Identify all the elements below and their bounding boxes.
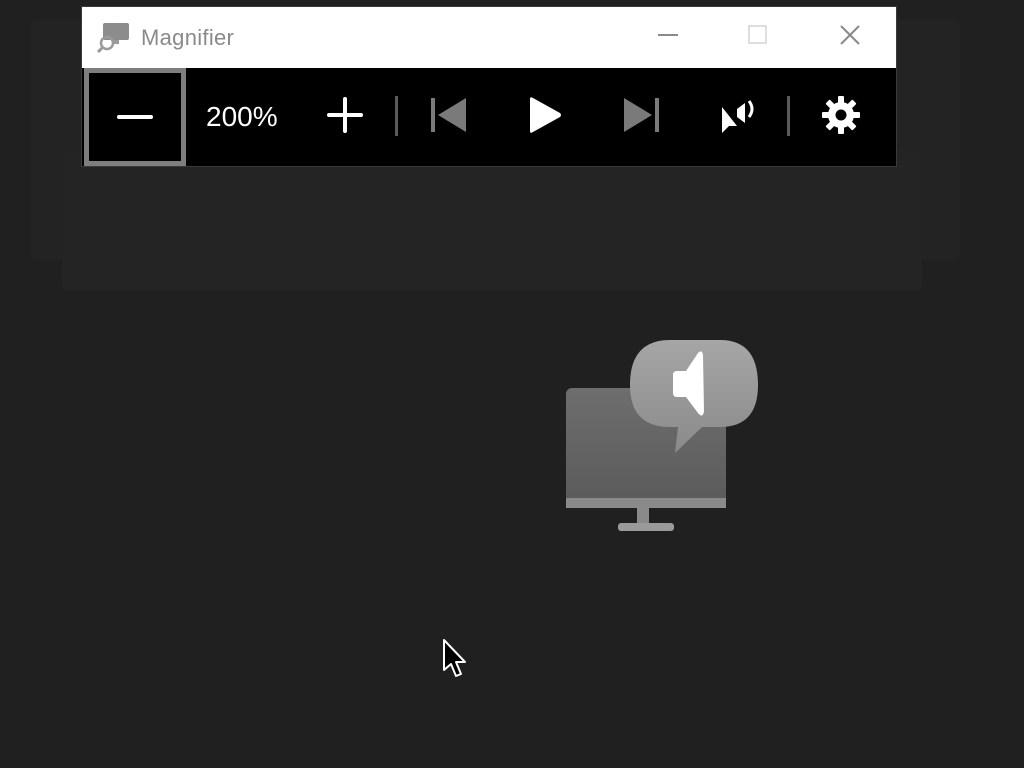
next-button[interactable] (608, 68, 674, 166)
settings-button[interactable] (808, 68, 874, 166)
magnifier-toolbar: 200% (82, 68, 896, 166)
read-from-pointer-icon (719, 95, 759, 140)
magnifier-window: Magnifier 200% (81, 6, 897, 167)
skip-previous-icon (430, 96, 468, 139)
magnifier-app-icon (96, 21, 131, 54)
close-button[interactable] (820, 7, 880, 68)
gear-icon (821, 95, 861, 140)
close-icon (838, 23, 862, 52)
minimize-icon (657, 24, 679, 51)
mouse-pointer-icon (441, 638, 469, 680)
minus-icon (117, 108, 153, 126)
maximize-icon (747, 24, 769, 51)
zoom-level-display: 200% (206, 101, 278, 132)
play-icon (527, 96, 563, 139)
read-from-pointer-button[interactable] (706, 68, 772, 166)
toolbar-separator-2 (787, 96, 790, 136)
previous-button[interactable] (416, 68, 482, 166)
zoom-in-button[interactable] (312, 68, 378, 166)
desktop: Magnifier 200% (0, 0, 1024, 768)
plus-icon (327, 96, 363, 138)
zoom-out-button[interactable] (84, 68, 186, 166)
minimize-button[interactable] (638, 7, 698, 68)
title-bar[interactable]: Magnifier (82, 7, 896, 68)
skip-next-icon (622, 96, 660, 139)
play-button[interactable] (512, 68, 578, 166)
maximize-button[interactable] (728, 7, 788, 68)
narrator-monitor-speaker-icon (560, 335, 765, 540)
window-shadow-lower (62, 150, 922, 290)
window-title: Magnifier (141, 25, 235, 50)
toolbar-separator (395, 96, 398, 136)
